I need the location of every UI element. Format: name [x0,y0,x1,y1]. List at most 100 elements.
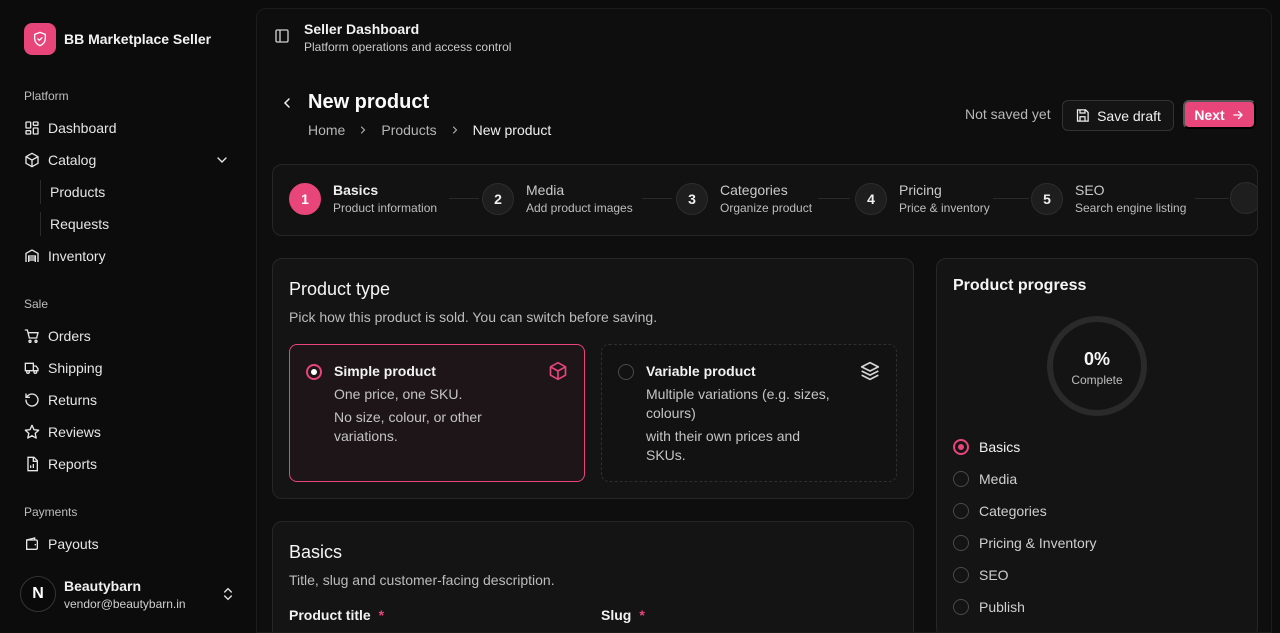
report-icon [24,456,40,472]
step-title: Pricing [899,182,942,198]
step-subtitle: Add product images [526,201,633,215]
avatar: N [20,576,56,612]
simple-product-line2: No size, colour, or other variations. [334,409,482,444]
user-name: Beautybarn [64,577,142,594]
step-number: 1 [289,182,321,215]
sidebar-item-payouts[interactable]: Payouts [24,532,234,556]
step-title: Basics [333,182,379,198]
sidebar-item-orders[interactable]: Orders [24,324,234,348]
sidebar-item-label: Payouts [48,536,99,552]
warehouse-icon [24,248,40,264]
variable-product-option[interactable]: Variable product Multiple variations (e.… [601,344,897,482]
step-title: Categories [720,182,788,198]
step-subtitle: Product information [333,201,438,215]
sidebar: BB Marketplace Seller Platform Dashboard… [0,0,256,633]
truck-icon [24,360,40,376]
user-menu[interactable]: N Beautybarn vendor@beautybarn.in [20,574,240,614]
step-pricing[interactable]: 4 Pricing Price & inventory [855,182,990,215]
progress-percent: 0% [1083,349,1110,369]
sidebar-item-requests[interactable]: Requests [40,212,109,236]
product-type-card: Product type Pick how this product is so… [272,258,914,499]
variable-product-radio[interactable] [618,364,634,380]
breadcrumb-home[interactable]: Home [308,122,345,138]
breadcrumb-current: New product [472,122,552,138]
progress-item-categories[interactable]: Categories [953,503,1047,519]
variable-product-line2: with their own prices and SKUs. [646,428,801,463]
next-button[interactable]: Next [1183,100,1256,129]
step-categories[interactable]: 3 Categories Organize product [676,182,812,215]
chevron-down-icon[interactable] [214,152,230,171]
progress-title: Product progress [953,277,1087,294]
back-icon[interactable] [279,95,295,116]
simple-product-option[interactable]: Simple product One price, one SKU. No si… [289,344,585,482]
step-subtitle: Price & inventory [899,201,990,215]
box-icon [548,361,568,386]
progress-item-basics[interactable]: Basics [953,439,1020,455]
product-type-subtitle: Pick how this product is sold. You can s… [289,309,658,325]
sidebar-item-products[interactable]: Products [40,180,105,204]
dashboard-icon [24,120,40,136]
save-status: Not saved yet [965,106,1051,122]
progress-dot [953,599,969,615]
stepper: 1 Basics Product information 2 Media Add… [272,164,1258,236]
basics-card: Basics Title, slug and customer-facing d… [272,521,914,632]
step-title: SEO [1075,182,1105,198]
simple-product-radio[interactable] [306,364,322,380]
progress-item-media[interactable]: Media [953,471,1017,487]
save-icon [1075,108,1090,123]
layers-icon [860,361,880,386]
sidebar-item-reports[interactable]: Reports [24,452,234,476]
arrow-right-icon [1231,108,1245,122]
product-progress-card: Product progress 0% Complete Basics Medi… [936,258,1258,632]
step-subtitle: Organize product [720,201,813,215]
slug-label: Slug * [601,607,645,623]
step-number: 5 [1031,182,1063,215]
breadcrumb: Home Products New product [308,122,551,138]
step-title: Media [526,182,565,198]
step-number: 3 [676,182,708,215]
step-connector [818,198,850,199]
sidebar-item-shipping[interactable]: Shipping [24,356,234,380]
chevrons-up-down-icon[interactable] [220,586,236,607]
step-publish[interactable] [1230,182,1257,214]
variable-product-line1: Multiple variations (e.g. sizes, colours… [646,386,830,421]
progress-dot [953,567,969,583]
progress-dot [953,535,969,551]
sidebar-item-returns[interactable]: Returns [24,388,234,412]
step-connector [993,198,1029,199]
step-number: 4 [855,182,887,215]
next-label: Next [1194,106,1225,123]
sidebar-item-reviews[interactable]: Reviews [24,420,234,444]
chevron-right-icon [449,124,461,136]
sidebar-item-label: Dashboard [48,120,117,136]
shield-icon [24,23,56,55]
save-draft-button[interactable]: Save draft [1062,100,1174,131]
section-payments: Payments [24,505,78,519]
page-title: New product [308,91,430,113]
progress-item-seo[interactable]: SEO [953,567,1009,583]
brand[interactable]: BB Marketplace Seller [24,23,211,55]
simple-product-line1: One price, one SKU. [334,386,463,402]
section-sale: Sale [24,297,49,311]
progress-dot [953,439,969,455]
progress-item-publish[interactable]: Publish [953,599,1025,615]
step-connector [449,198,479,199]
sidebar-item-label: Orders [48,328,91,344]
sidebar-toggle-icon[interactable] [274,28,290,49]
sidebar-item-label: Shipping [48,360,103,376]
simple-product-title: Simple product [334,363,436,379]
progress-item-pricing[interactable]: Pricing & Inventory [953,535,1097,551]
rotate-ccw-icon [24,392,40,408]
breadcrumb-products[interactable]: Products [381,122,436,138]
sidebar-item-dashboard[interactable]: Dashboard [24,116,234,140]
section-platform: Platform [24,89,69,103]
sidebar-item-catalog[interactable]: Catalog [24,148,234,172]
sidebar-item-inventory[interactable]: Inventory [24,244,234,268]
step-seo[interactable]: 5 SEO Search engine listing [1031,182,1186,215]
progress-label: Complete [1071,373,1123,387]
step-number: 2 [482,182,514,215]
step-basics[interactable]: 1 Basics Product information [289,182,437,215]
step-media[interactable]: 2 Media Add product images [482,182,633,215]
brand-name: BB Marketplace Seller [64,31,212,47]
wallet-icon [24,536,40,552]
